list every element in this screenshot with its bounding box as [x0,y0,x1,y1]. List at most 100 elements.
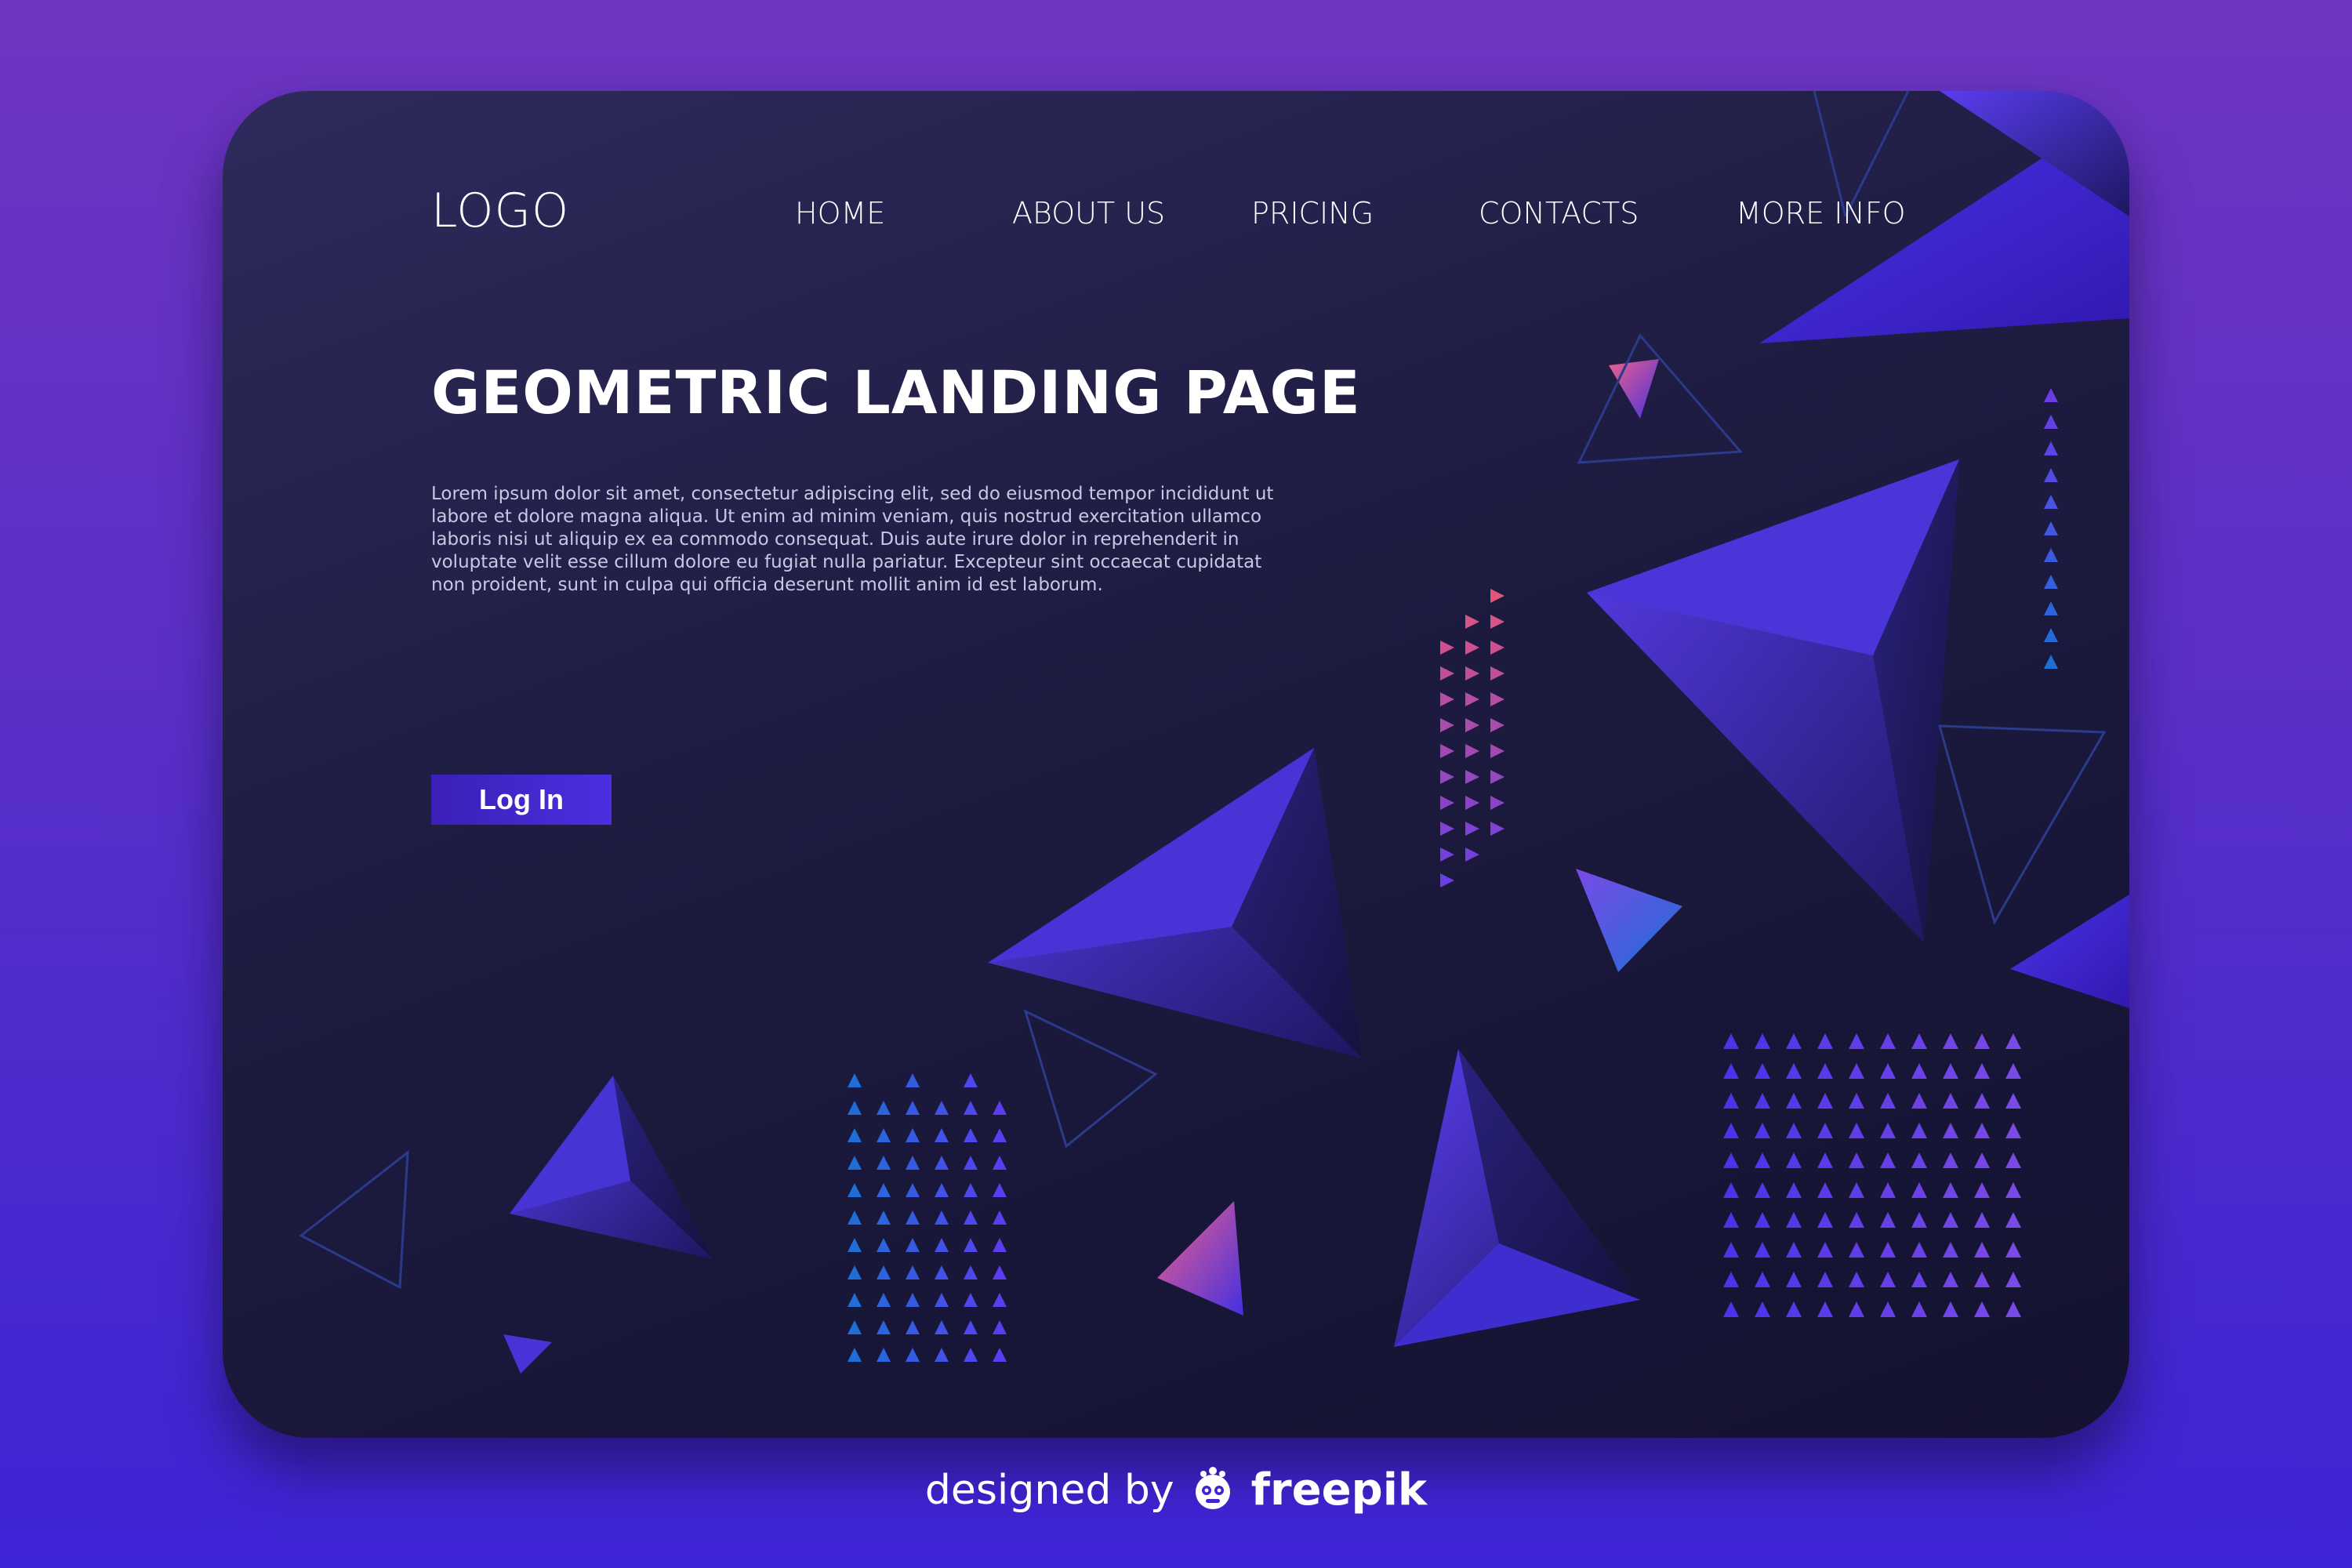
pattern-triangle [877,1183,891,1197]
pattern-triangle [1440,744,1454,758]
pattern-triangle [1880,1123,1896,1138]
pattern-triangle [1911,1063,1927,1079]
pattern-triangle [993,1293,1007,1307]
pattern-triangle [848,1320,862,1334]
credit-brand: freepik [1250,1465,1428,1515]
triangle-pink-bottom [1157,1201,1243,1316]
pattern-triangle [2005,1242,2021,1258]
pattern-triangle [1465,641,1479,655]
triangle-small-cyan [1576,869,1682,972]
pattern-triangle [993,1265,1007,1279]
pattern-triangle [877,1156,891,1170]
pattern-triangle [2044,415,2058,429]
pattern-triangle [1817,1242,1833,1258]
pattern-triangle [906,1348,920,1362]
pattern-triangle [1723,1093,1739,1109]
dot-grid-right [1723,1033,2021,1317]
pattern-triangle [1974,1242,1990,1258]
pattern-triangle [1880,1301,1896,1317]
nav-home[interactable]: HOME [795,196,885,230]
pattern-triangle [2044,495,2058,509]
pattern-triangle [1465,822,1479,836]
pattern-triangle [848,1128,862,1142]
pattern-triangle [1723,1123,1739,1138]
pattern-triangle [1849,1182,1864,1198]
pattern-triangle [1911,1182,1927,1198]
landing-card: LOGO HOME ABOUT US PRICING CONTACTS MORE… [223,91,2129,1438]
pattern-triangle [1786,1093,1802,1109]
login-button[interactable]: Log In [431,775,612,825]
pattern-triangle [1786,1123,1802,1138]
pattern-triangle [1440,770,1454,784]
pattern-triangle [2044,521,2058,535]
geometric-decoration [299,91,2129,1374]
pattern-triangle [877,1128,891,1142]
pattern-triangle [935,1320,949,1334]
pattern-triangle [848,1156,862,1170]
pattern-triangle [993,1320,1007,1334]
pattern-triangle [906,1183,920,1197]
pattern-triangle [1440,718,1454,732]
pattern-triangle [1880,1212,1896,1228]
pattern-triangle [848,1348,862,1362]
pattern-triangle [1911,1301,1927,1317]
pattern-triangle [1723,1301,1739,1317]
pattern-triangle [1943,1123,1958,1138]
pyramid-bottom-center [1394,1049,1640,1347]
pattern-triangle [1723,1033,1739,1049]
pattern-triangle [1786,1301,1802,1317]
pattern-triangle [1755,1182,1770,1198]
pattern-triangle [1490,692,1504,706]
pattern-triangle [993,1156,1007,1170]
triangle-small-pink [1609,359,1659,419]
pattern-triangle [1974,1063,1990,1079]
nav-more-info[interactable]: MORE INFO [1736,196,1906,230]
pyramid-right [1587,459,1959,942]
pattern-triangle [1465,796,1479,810]
pattern-triangle [2044,441,2058,456]
freepik-mascot-icon [1189,1465,1237,1515]
pattern-triangle [1755,1152,1770,1168]
pattern-triangle [1490,641,1504,655]
pattern-triangle [1465,615,1479,629]
pattern-triangle [906,1293,920,1307]
hero-body-text: Lorem ipsum dolor sit amet, consectetur … [431,484,1274,595]
nav-contacts[interactable]: CONTACTS [1479,196,1639,230]
pattern-triangle [964,1238,978,1252]
pattern-triangle [1974,1272,1990,1287]
pattern-triangle [906,1101,920,1115]
pattern-triangle [1755,1033,1770,1049]
pattern-triangle [1974,1123,1990,1138]
pattern-triangle [2044,548,2058,562]
pattern-triangle [1817,1212,1833,1228]
pattern-triangle [1440,796,1454,810]
pattern-triangle [1943,1093,1958,1109]
pattern-triangle [1440,692,1454,706]
pattern-triangle [993,1101,1007,1115]
pyramid-middle [988,748,1363,1058]
pattern-triangle [1880,1033,1896,1049]
pattern-triangle [1786,1152,1802,1168]
pattern-triangle [1465,744,1479,758]
pattern-triangle [1723,1272,1739,1287]
pattern-triangle [1440,641,1454,655]
pattern-triangle [1911,1272,1927,1287]
pattern-triangle [1490,770,1504,784]
pattern-triangle [1490,744,1504,758]
pattern-triangle [2005,1212,2021,1228]
pattern-triangle [1465,848,1479,862]
pattern-triangle [1465,770,1479,784]
pattern-triangle [935,1101,949,1115]
pattern-triangle [935,1156,949,1170]
pattern-triangle [2005,1152,2021,1168]
nav-pricing[interactable]: PRICING [1251,196,1374,230]
pattern-triangle [906,1265,920,1279]
pattern-triangle [1943,1063,1958,1079]
pattern-triangle [2044,468,2058,482]
pattern-triangle [1911,1033,1927,1049]
pattern-triangle [2005,1033,2021,1049]
nav-about-us[interactable]: ABOUT US [1012,196,1165,230]
pattern-triangle [1849,1123,1864,1138]
pattern-triangle [1974,1301,1990,1317]
pattern-triangle [2044,655,2058,669]
